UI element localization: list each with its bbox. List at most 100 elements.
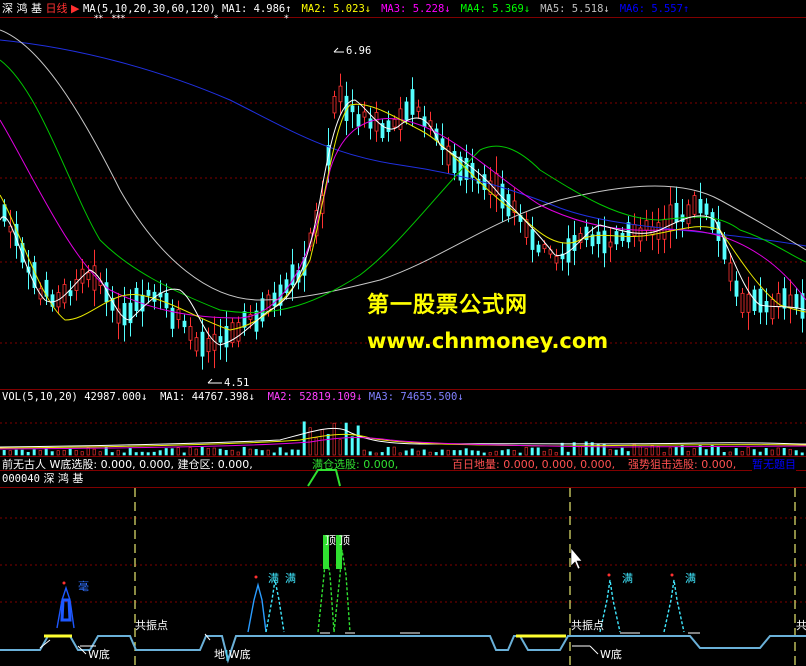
volume-header: VOL(5,10,20) 42987.000↓, MA1: 44767.398↓… [2, 391, 464, 403]
candle-body [362, 111, 367, 118]
hao-label: 毫 [78, 580, 89, 593]
volume-bar [128, 447, 132, 456]
watermark-title: 第一股票公式网 [367, 293, 529, 318]
volume-bar [368, 451, 372, 456]
volume-bar [38, 450, 42, 456]
volume-bar [380, 452, 384, 456]
bairi-value: 百日地量: 0.000, 0.000, 0.000, [452, 458, 616, 471]
candle-body [782, 288, 787, 309]
candle-body [794, 294, 799, 309]
volume-bar [2, 450, 6, 456]
candle-body [200, 331, 205, 357]
vol-ma1-line [0, 427, 806, 448]
volume-ma-lines [0, 427, 806, 450]
volume-bar [278, 447, 282, 456]
volume-bar [200, 446, 204, 456]
volume-bar [140, 451, 144, 456]
ma6-readout: MA6: 5.557↑ [619, 3, 690, 15]
man-label-4: 满 [685, 572, 696, 585]
candle-body [404, 101, 409, 120]
candle-body [608, 241, 613, 248]
vol-ma3-value: 74655.500 [400, 391, 458, 403]
right-tag: 暂无题目 [752, 458, 796, 471]
volume-bar [506, 449, 510, 456]
volume-bar [296, 449, 300, 456]
volume-bar [8, 450, 12, 456]
volume-bar [176, 447, 180, 456]
mancang-value: 满仓选股: 0.000, [312, 458, 399, 471]
volume-bar [746, 447, 750, 456]
volume-bar [536, 447, 540, 456]
volume-bar [470, 450, 474, 456]
volume-bar [752, 449, 756, 456]
volume-bar [734, 448, 738, 456]
volume-bar [92, 448, 96, 456]
gongzhendian-label-3: 共 [796, 619, 806, 632]
volume-bar [692, 448, 696, 456]
volume-bar [74, 450, 78, 456]
candle-body [218, 336, 223, 343]
candle-body [686, 204, 691, 225]
volume-bar [260, 450, 264, 456]
volume-bar [482, 452, 486, 456]
volume-bar [476, 450, 480, 456]
volume-bar [530, 447, 534, 456]
volume-bar [194, 448, 198, 456]
volume-bar [230, 449, 234, 456]
volume-bar [398, 452, 402, 456]
volume-bar [248, 448, 252, 456]
low-price-label: 4.51 [224, 377, 250, 389]
candle-body [770, 299, 775, 320]
candle-body [728, 262, 733, 282]
volume-bar [164, 448, 168, 456]
candle-body [572, 235, 577, 251]
volume-bar [290, 449, 294, 456]
candle-body [368, 118, 373, 129]
candle-body [92, 265, 97, 291]
gongzhendian-label-2: 共振点 [571, 619, 604, 632]
volume-bar [452, 450, 456, 456]
candle-body [734, 280, 739, 297]
volume-bar [524, 447, 528, 456]
vol-value: 42987.000 [84, 391, 142, 403]
candle-body [740, 292, 745, 313]
volume-bar [668, 447, 672, 456]
volume-bar [44, 448, 48, 456]
volume-bar [224, 450, 228, 456]
candle-body [788, 294, 793, 309]
watermark-url[interactable]: www.chnmoney.com [367, 329, 608, 353]
candle-body [122, 303, 127, 326]
period-label: 日线 [45, 2, 68, 15]
candle-body [266, 294, 271, 312]
volume-bar [572, 442, 576, 456]
volume-bar [770, 449, 774, 456]
ding-label-1: 顶 [325, 534, 336, 547]
man-label-2: 满 [285, 572, 296, 585]
candle-body [596, 231, 601, 245]
candle-body [86, 272, 91, 281]
w-bottom-curve [0, 632, 806, 664]
volume-bar [638, 446, 642, 456]
volume-bar [26, 451, 30, 456]
stock-code: 000040 [2, 473, 40, 485]
indicator-header: 前无古人 W底选股: 0.000, 0.000, 建仓区: 0.000, [2, 458, 253, 471]
volume-bar [374, 452, 378, 456]
candle-body [674, 202, 679, 223]
candle-body [692, 195, 697, 215]
volume-bar [716, 445, 720, 456]
volume-bar [674, 446, 678, 456]
volume-bar [518, 452, 522, 456]
ding-label-2: 顶 [339, 534, 350, 547]
volume-bar [656, 445, 660, 456]
ma-values-row: MA1: 4.986↑ MA2: 5.023↓ MA3: 5.228↓ MA4: 5.… [222, 3, 699, 16]
stock-name: 深 鸿 基 [2, 2, 42, 15]
volume-bar [488, 452, 492, 456]
volume-bar [626, 451, 630, 456]
qiangshi-value: 强势狙击选股: 0.000, [628, 458, 737, 471]
volume-bar [386, 446, 390, 456]
candle-body [602, 230, 607, 254]
ma-star-markers: ** *** * * [94, 14, 289, 24]
candle-body [194, 337, 199, 352]
candle-body [710, 212, 715, 230]
volume-bar [410, 448, 414, 456]
